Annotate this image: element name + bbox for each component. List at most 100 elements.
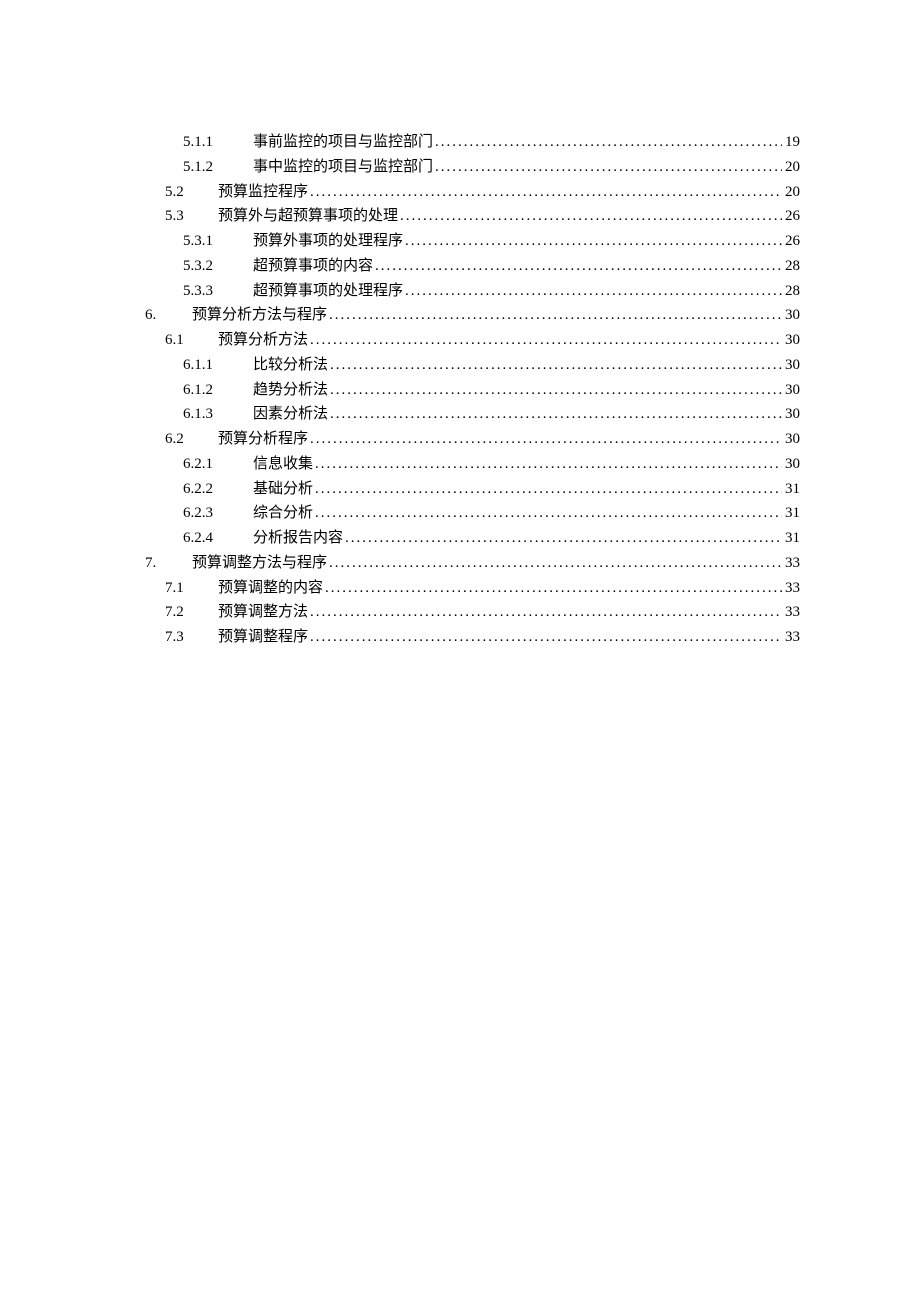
toc-entry: 6.2预算分析程序 30	[145, 427, 800, 452]
toc-entry: 6.1.1比较分析法 30	[145, 353, 800, 378]
toc-entry-page: 30	[782, 452, 800, 477]
toc-entry-title: 预算调整的内容	[218, 576, 323, 601]
toc-entry-number: 7.2	[145, 600, 218, 625]
toc-entry-title: 基础分析	[253, 477, 313, 502]
toc-entry: 6.2.3综合分析31	[145, 501, 800, 526]
toc-entry-page: 20	[782, 155, 800, 180]
toc-entry-number: 5.3.3	[145, 279, 253, 304]
toc-entry-number: 6.2.1	[145, 452, 253, 477]
toc-entry-leader-dots	[327, 303, 782, 328]
toc-entry: 6.2.1信息收集 30	[145, 452, 800, 477]
toc-entry-title: 预算分析程序	[218, 427, 308, 452]
toc-entry-number: 6.2.4	[145, 526, 253, 551]
toc-entry-leader-dots	[308, 600, 782, 625]
toc-entry-title: 超预算事项的处理程序	[253, 279, 403, 304]
toc-entry-number: 6.	[145, 303, 192, 328]
toc-entry-number: 6.1.2	[145, 378, 253, 403]
toc-entry-number: 6.1	[145, 328, 218, 353]
toc-entry-page: 31	[782, 526, 800, 551]
toc-entry-leader-dots	[343, 526, 782, 551]
toc-entry-title: 预算外事项的处理程序	[253, 229, 403, 254]
toc-entry-title: 分析报告内容	[253, 526, 343, 551]
toc-entry-title: 因素分析法	[253, 402, 328, 427]
toc-entry-title: 趋势分析法	[253, 378, 328, 403]
toc-entry-number: 5.3.1	[145, 229, 253, 254]
toc-entry-page: 30	[782, 427, 800, 452]
toc-entry-page: 30	[782, 353, 800, 378]
toc-entry: 7.3预算调整程序 33	[145, 625, 800, 650]
toc-entry-number: 6.2	[145, 427, 218, 452]
toc-entry: 7.1预算调整的内容 33	[145, 576, 800, 601]
toc-entry-page: 33	[782, 600, 800, 625]
toc-entry-title: 预算分析方法	[218, 328, 308, 353]
toc-entry-number: 7.3	[145, 625, 218, 650]
table-of-contents: 5.1.1事前监控的项目与监控部门195.1.2事中监控的项目与监控部门205.…	[145, 130, 800, 650]
toc-entry-page: 26	[782, 204, 800, 229]
toc-entry-leader-dots	[313, 452, 782, 477]
toc-entry: 5.3预算外与超预算事项的处理 26	[145, 204, 800, 229]
toc-entry-title: 预算分析方法与程序	[192, 303, 327, 328]
toc-entry-title: 综合分析	[253, 501, 313, 526]
toc-entry-number: 7.	[145, 551, 192, 576]
toc-entry: 7.预算调整方法与程序33	[145, 551, 800, 576]
toc-entry: 5.3.2超预算事项的内容 28	[145, 254, 800, 279]
toc-entry-title: 预算调整程序	[218, 625, 308, 650]
toc-entry: 5.3.3超预算事项的处理程序 28	[145, 279, 800, 304]
toc-entry-leader-dots	[308, 625, 782, 650]
toc-entry-title: 超预算事项的内容	[253, 254, 373, 279]
toc-entry: 6.预算分析方法与程序 30	[145, 303, 800, 328]
toc-entry-leader-dots	[308, 427, 782, 452]
toc-entry-leader-dots	[433, 155, 782, 180]
toc-entry: 6.1.2趋势分析法 30	[145, 378, 800, 403]
toc-entry-leader-dots	[328, 402, 782, 427]
toc-entry-leader-dots	[327, 551, 782, 576]
toc-entry-title: 预算监控程序	[218, 180, 308, 205]
toc-entry-page: 30	[782, 402, 800, 427]
toc-entry: 6.1预算分析方法 30	[145, 328, 800, 353]
toc-entry-title: 事中监控的项目与监控部门	[253, 155, 433, 180]
toc-entry-number: 6.1.1	[145, 353, 253, 378]
toc-entry-page: 30	[782, 378, 800, 403]
toc-entry-page: 19	[782, 130, 800, 155]
toc-entry-page: 26	[782, 229, 800, 254]
toc-entry-page: 33	[782, 576, 800, 601]
toc-entry: 5.1.2事中监控的项目与监控部门 20	[145, 155, 800, 180]
toc-entry-page: 30	[782, 328, 800, 353]
toc-entry-page: 30	[782, 303, 800, 328]
toc-entry-leader-dots	[373, 254, 782, 279]
toc-entry-title: 预算外与超预算事项的处理	[218, 204, 398, 229]
toc-entry-leader-dots	[313, 477, 782, 502]
toc-entry: 6.2.2基础分析31	[145, 477, 800, 502]
toc-entry-number: 6.1.3	[145, 402, 253, 427]
toc-entry-leader-dots	[398, 204, 782, 229]
toc-entry-number: 5.1.2	[145, 155, 253, 180]
toc-entry-leader-dots	[308, 328, 782, 353]
toc-entry-leader-dots	[323, 576, 782, 601]
toc-entry-page: 33	[782, 625, 800, 650]
toc-entry-number: 7.1	[145, 576, 218, 601]
toc-entry-page: 20	[782, 180, 800, 205]
toc-entry: 5.3.1预算外事项的处理程序 26	[145, 229, 800, 254]
toc-entry-page: 28	[782, 279, 800, 304]
toc-entry: 7.2预算调整方法33	[145, 600, 800, 625]
toc-entry: 5.1.1事前监控的项目与监控部门 19	[145, 130, 800, 155]
toc-entry-leader-dots	[328, 353, 782, 378]
toc-entry-title: 事前监控的项目与监控部门	[253, 130, 433, 155]
toc-entry-number: 5.3	[145, 204, 218, 229]
toc-entry-leader-dots	[433, 130, 782, 155]
toc-entry-title: 信息收集	[253, 452, 313, 477]
toc-entry: 6.1.3因素分析法 30	[145, 402, 800, 427]
toc-entry-page: 31	[782, 501, 800, 526]
toc-entry-number: 5.1.1	[145, 130, 253, 155]
toc-entry: 6.2.4分析报告内容 31	[145, 526, 800, 551]
toc-entry-number: 5.2	[145, 180, 218, 205]
toc-entry: 5.2预算监控程序 20	[145, 180, 800, 205]
toc-entry-leader-dots	[328, 378, 782, 403]
toc-entry-leader-dots	[308, 180, 782, 205]
toc-entry-page: 28	[782, 254, 800, 279]
toc-entry-number: 6.2.2	[145, 477, 253, 502]
toc-entry-title: 比较分析法	[253, 353, 328, 378]
toc-entry-leader-dots	[313, 501, 782, 526]
toc-entry-page: 33	[782, 551, 800, 576]
toc-entry-number: 5.3.2	[145, 254, 253, 279]
